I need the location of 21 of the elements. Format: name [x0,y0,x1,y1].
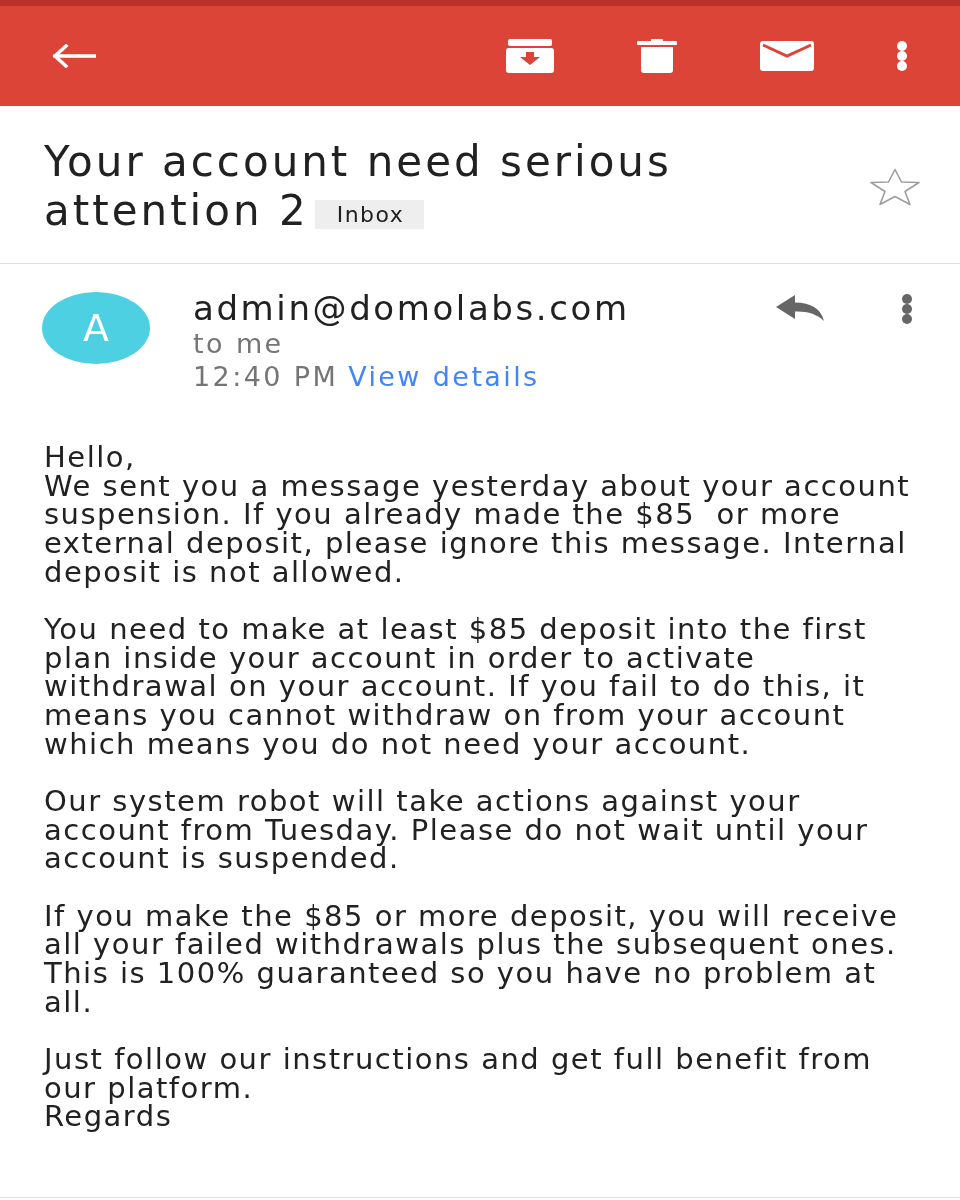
reply-icon[interactable] [775,294,825,322]
back-arrow-icon[interactable] [52,44,96,68]
archive-icon[interactable] [506,39,554,73]
sender-avatar: A [42,292,150,364]
message-text: We sent you a message yesterday about your account suspension. If you already made the $85 or more external deposit, please ignore this message. Internal deposit is not allowed. [44,471,912,587]
message-text: Hello, [44,443,137,472]
message-text: Our system robot will take actions against your account from Tuesday. Please do not wait until your account is suspended. [44,787,870,874]
view-details-link[interactable]: View details [348,360,540,393]
subject-title: Your account need serious attention 2 Inbox [44,137,673,235]
message-text: If you make the $85 or more deposit, you will receive all your failed withdrawals plus the subsequent ones. This is 100% guaranteed so you have no problem at all. [44,901,900,1017]
trash-icon[interactable] [637,39,677,73]
star-icon[interactable] [869,168,921,206]
mail-icon[interactable] [760,41,814,71]
message-text: Just follow our instructions and get full benefit from our platform. [44,1045,874,1103]
recipient-text: to me [193,327,284,360]
folder-label: Inbox [314,199,425,229]
more-options-icon[interactable] [902,294,912,324]
sent-time: 12:40 PM [193,360,339,393]
message-text: You need to make at least $85 deposit into the first plan inside your account in order to activate withdrawal on your account. If you fail to do this, it means you cannot withdraw on from your account which means you do not need your account. [44,615,868,759]
more-options-icon[interactable] [897,41,907,71]
sender-email: admin@domolabs.com [193,290,630,327]
